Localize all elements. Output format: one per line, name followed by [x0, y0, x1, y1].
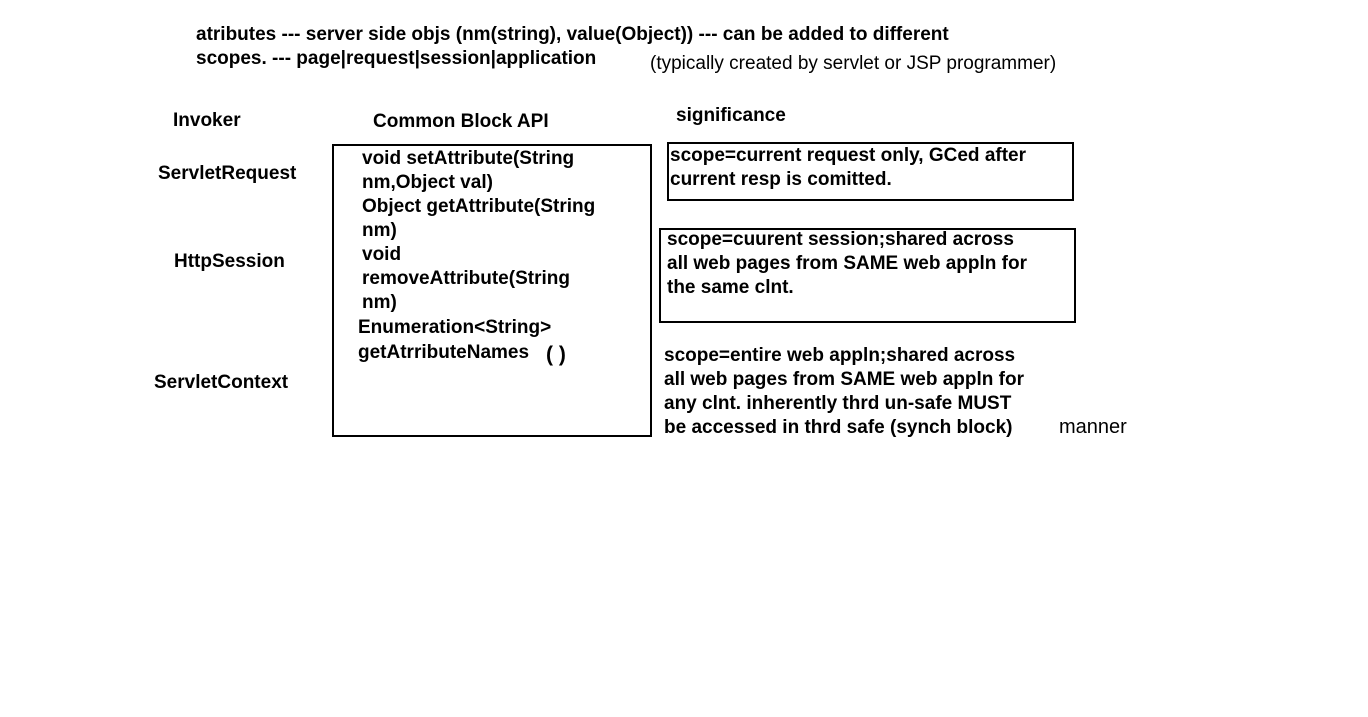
api-line: Object getAttribute(String	[362, 196, 596, 217]
invoker-servlet-context: ServletContext	[154, 372, 289, 393]
significance-context-line: be accessed in thrd safe (synch block)	[664, 417, 1013, 438]
column-heading-significance: significance	[676, 105, 786, 126]
significance-context-line: manner	[1059, 416, 1127, 438]
column-heading-api: Common Block API	[373, 111, 549, 132]
api-line: nm)	[362, 292, 397, 313]
header-line-2: scopes. --- page|request|session|applica…	[196, 48, 597, 69]
api-line: nm,Object val)	[362, 172, 493, 193]
significance-request-line: scope=current request only, GCed after	[670, 145, 1026, 166]
column-heading-invoker: Invoker	[173, 110, 241, 131]
significance-session-line: scope=cuurent session;shared across	[667, 229, 1014, 250]
api-line: void setAttribute(String	[362, 148, 575, 169]
api-line: Enumeration<String>	[358, 317, 552, 338]
header-note: (typically created by servlet or JSP pro…	[650, 53, 1057, 74]
api-line: void	[362, 244, 402, 265]
api-line: removeAttribute(String	[362, 268, 570, 289]
significance-context-line: scope=entire web appln;shared across	[664, 345, 1016, 366]
significance-request-line: current resp is comitted.	[670, 169, 892, 190]
api-line: getAtrributeNames	[358, 342, 530, 363]
significance-context-line: all web pages from SAME web appln for	[664, 369, 1024, 390]
significance-session-line: all web pages from SAME web appln for	[667, 253, 1027, 274]
api-line-parens: ( )	[546, 343, 566, 366]
api-line: nm)	[362, 220, 397, 241]
header-line-1: atributes --- server side objs (nm(strin…	[196, 24, 949, 45]
significance-session-line: the same clnt.	[667, 277, 794, 298]
significance-context-line: any clnt. inherently thrd un-safe MUST	[664, 393, 1012, 414]
invoker-servlet-request: ServletRequest	[158, 163, 297, 184]
invoker-http-session: HttpSession	[174, 251, 285, 272]
